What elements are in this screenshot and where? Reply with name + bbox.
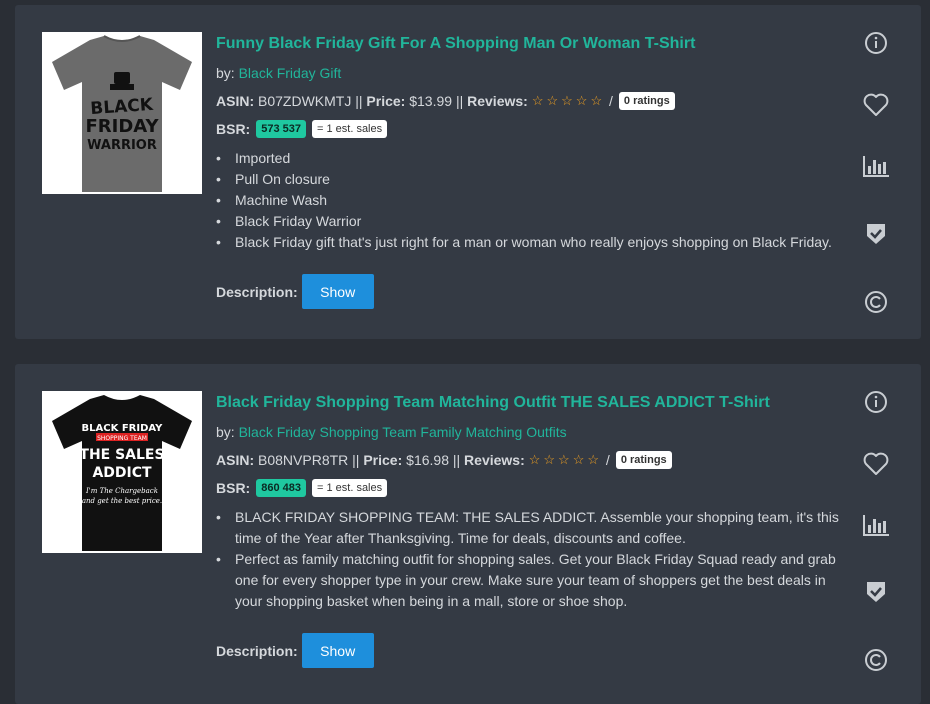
svg-text:ADDICT: ADDICT (92, 465, 152, 481)
list-item: Imported (216, 148, 846, 169)
reviews-label: Reviews: (467, 93, 528, 109)
svg-text:THE SALES: THE SALES (79, 447, 164, 463)
description-row: Description: Show (216, 633, 374, 668)
heart-icon[interactable] (861, 449, 891, 479)
bsr-label: BSR: (216, 480, 251, 496)
info-icon[interactable] (861, 28, 891, 58)
tshirt-image: BLACK FRIDAY WARRIOR (52, 35, 192, 192)
bsr-badge: 860 483 (256, 479, 306, 497)
bsr-badge: 573 537 (256, 120, 306, 138)
asin-label: ASIN: (216, 452, 255, 468)
bar-chart-icon[interactable] (861, 510, 891, 540)
show-description-button[interactable]: Show (301, 274, 374, 309)
copyright-icon[interactable] (861, 645, 891, 675)
rating-stars: ☆☆☆☆☆ (528, 452, 603, 467)
shield-check-icon[interactable] (861, 577, 891, 607)
brand-link[interactable]: Black Friday Shopping Team Family Matchi… (239, 424, 567, 440)
feature-bullets: Imported Pull On closure Machine Wash Bl… (216, 148, 846, 253)
heart-icon[interactable] (861, 90, 891, 120)
copyright-icon[interactable] (861, 287, 891, 317)
bsr-label: BSR: (216, 121, 251, 137)
bar-chart-icon[interactable] (861, 151, 891, 181)
est-sales-badge: = 1 est. sales (312, 120, 388, 138)
list-item: Pull On closure (216, 169, 846, 190)
svg-text:SHOPPING TEAM: SHOPPING TEAM (97, 435, 147, 442)
asin-label: ASIN: (216, 93, 255, 109)
by-label: by: (216, 424, 235, 440)
by-label: by: (216, 65, 235, 81)
description-label: Description: (216, 642, 298, 659)
list-item: Black Friday Warrior (216, 211, 846, 232)
asin-value: B07ZDWKMTJ (258, 93, 352, 109)
meta-line: ASIN: B07ZDWKMTJ || Price: $13.99 || Rev… (216, 92, 846, 110)
product-card: BLACK FRIDAY SHOPPING TEAM THE SALES ADD… (15, 364, 921, 704)
show-description-button[interactable]: Show (301, 633, 374, 668)
bsr-line: BSR: 860 483 = 1 est. sales (216, 479, 846, 497)
description-row: Description: Show (216, 274, 374, 309)
feature-bullets: BLACK FRIDAY SHOPPING TEAM: THE SALES AD… (216, 507, 846, 612)
svg-text:WARRIOR: WARRIOR (87, 138, 157, 153)
product-card: BLACK FRIDAY WARRIOR Funny Black Friday … (15, 5, 921, 339)
ratings-badge: 0 ratings (618, 92, 675, 110)
product-image[interactable]: BLACK FRIDAY SHOPPING TEAM THE SALES ADD… (42, 391, 202, 553)
svg-text:FRIDAY: FRIDAY (85, 116, 159, 137)
est-sales-badge: = 1 est. sales (312, 479, 388, 497)
meta-line: ASIN: B08NVPR8TR || Price: $16.98 || Rev… (216, 451, 846, 469)
tshirt-image: BLACK FRIDAY SHOPPING TEAM THE SALES ADD… (52, 395, 192, 551)
price-value: $16.98 (406, 452, 449, 468)
product-title[interactable]: Black Friday Shopping Team Matching Outf… (216, 393, 846, 413)
shield-check-icon[interactable] (861, 219, 891, 249)
svg-text:BLACK FRIDAY: BLACK FRIDAY (82, 423, 164, 434)
info-icon[interactable] (861, 387, 891, 417)
product-image[interactable]: BLACK FRIDAY WARRIOR (42, 32, 202, 194)
brand-line: by: Black Friday Shopping Team Family Ma… (216, 423, 846, 441)
asin-value: B08NVPR8TR (258, 452, 349, 468)
rating-stars: ☆☆☆☆☆ (531, 93, 606, 108)
product-title[interactable]: Funny Black Friday Gift For A Shopping M… (216, 34, 846, 54)
description-label: Description: (216, 283, 298, 300)
price-value: $13.99 (409, 93, 453, 109)
price-label: Price: (363, 452, 403, 468)
list-item: Black Friday gift that's just right for … (216, 232, 846, 253)
price-label: Price: (366, 93, 406, 109)
list-item: Perfect as family matching outfit for sh… (216, 549, 846, 612)
brand-link[interactable]: Black Friday Gift (239, 65, 342, 81)
reviews-label: Reviews: (464, 452, 525, 468)
brand-line: by: Black Friday Gift (216, 64, 846, 82)
ratings-badge: 0 ratings (615, 451, 672, 469)
svg-text:and get the best price.: and get the best price. (82, 497, 162, 505)
bsr-line: BSR: 573 537 = 1 est. sales (216, 120, 846, 138)
list-item: Machine Wash (216, 190, 846, 211)
svg-text:I'm The Chargeback: I'm The Chargeback (85, 487, 158, 495)
list-item: BLACK FRIDAY SHOPPING TEAM: THE SALES AD… (216, 507, 846, 549)
